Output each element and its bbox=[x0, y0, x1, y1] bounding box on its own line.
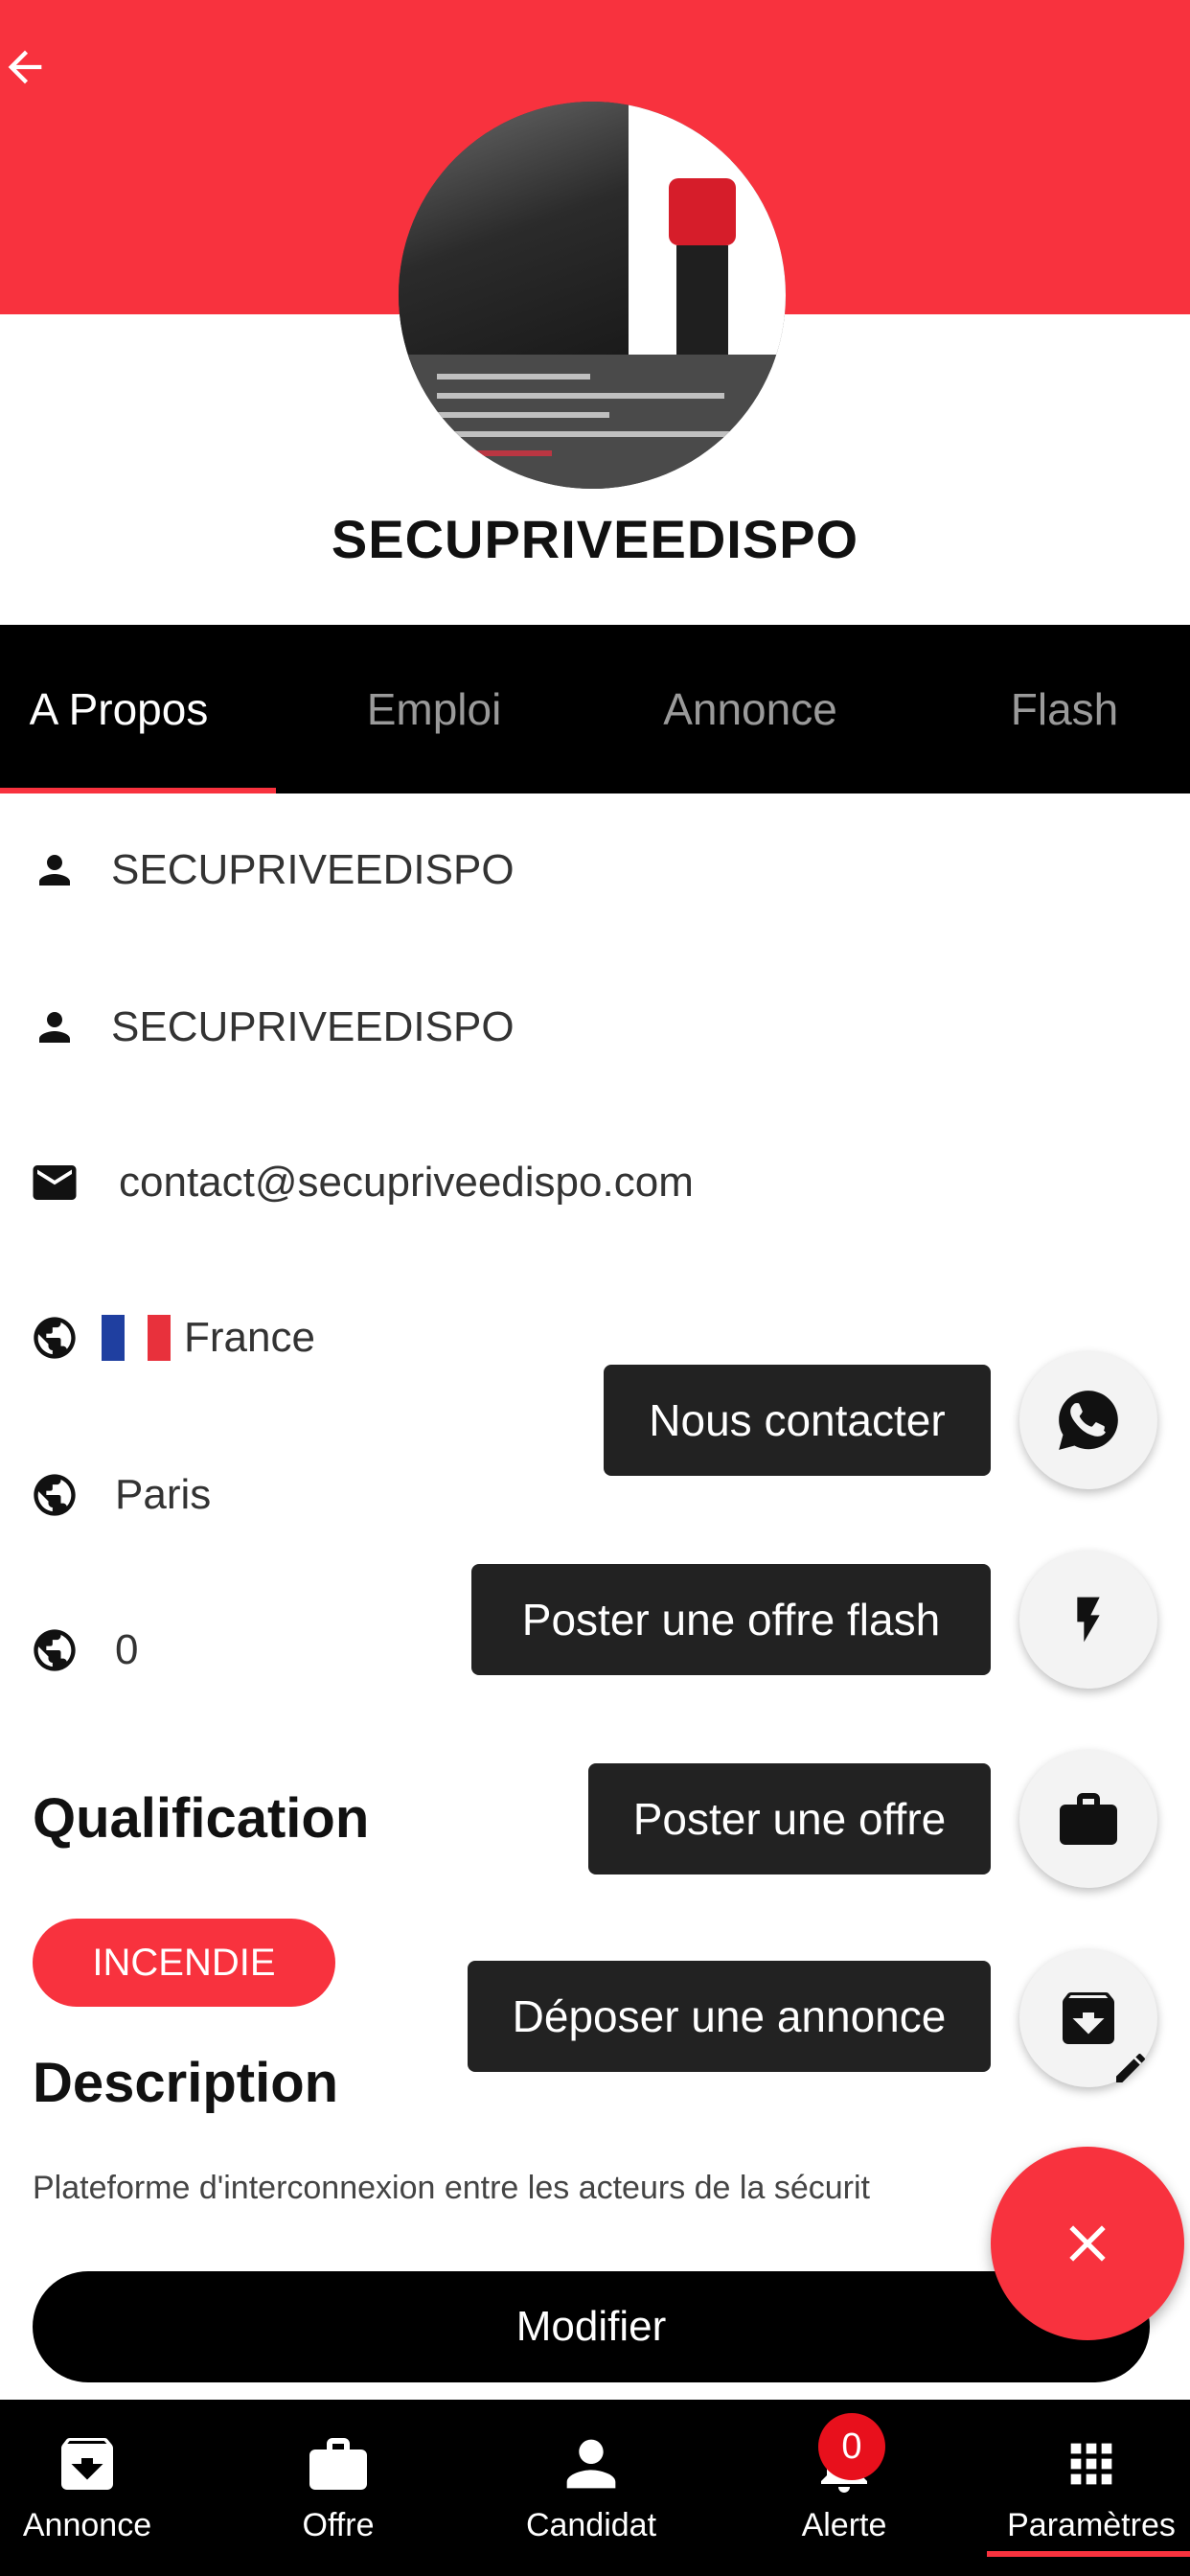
nav-parametres[interactable]: Paramètres bbox=[993, 2400, 1190, 2576]
tab-flash[interactable]: Flash bbox=[939, 625, 1190, 794]
france-flag-icon bbox=[102, 1315, 171, 1361]
extra-value-text: 0 bbox=[115, 1626, 139, 1673]
close-fab-button[interactable] bbox=[991, 2147, 1184, 2340]
nav-label: Alerte bbox=[801, 2507, 887, 2543]
person-icon bbox=[29, 1001, 80, 1053]
pencil-icon bbox=[1111, 2049, 1150, 2087]
last-name-text: SECUPRIVEEDISPO bbox=[111, 1003, 515, 1050]
fab-label-post-offer[interactable]: Poster une offre bbox=[588, 1763, 991, 1874]
nav-offre[interactable]: Offre bbox=[251, 2400, 425, 2576]
briefcase-icon bbox=[309, 2438, 367, 2490]
nav-alerte[interactable]: Alerte 0 bbox=[757, 2400, 931, 2576]
tab-emploi[interactable]: Emploi bbox=[297, 625, 571, 794]
fab-label-post-ad[interactable]: Déposer une annonce bbox=[468, 1961, 991, 2072]
archive-icon bbox=[61, 2438, 113, 2490]
description-title: Description bbox=[33, 2052, 339, 2114]
fab-label-flash-offer[interactable]: Poster une offre flash bbox=[471, 1564, 991, 1675]
nav-label: Candidat bbox=[525, 2507, 657, 2543]
nav-candidat[interactable]: Candidat bbox=[504, 2400, 678, 2576]
nav-label: Offre bbox=[302, 2507, 375, 2543]
globe-icon bbox=[29, 1312, 80, 1364]
arrow-left-icon bbox=[8, 50, 42, 84]
fab-label-contact[interactable]: Nous contacter bbox=[604, 1365, 991, 1476]
globe-icon bbox=[29, 1469, 80, 1521]
whatsapp-icon bbox=[1059, 1391, 1118, 1450]
mail-icon bbox=[29, 1157, 80, 1208]
person-icon bbox=[29, 844, 80, 896]
tab-active-indicator bbox=[0, 788, 276, 794]
modify-button[interactable]: Modifier bbox=[33, 2271, 1150, 2382]
nav-label: Annonce bbox=[22, 2507, 152, 2543]
nav-active-indicator bbox=[987, 2551, 1190, 2557]
briefcase-fab-button[interactable] bbox=[1019, 1750, 1157, 1888]
back-button[interactable] bbox=[0, 38, 57, 96]
tab-annonce[interactable]: Annonce bbox=[613, 625, 887, 794]
nav-annonce[interactable]: Annonce bbox=[0, 2400, 174, 2576]
archive-icon bbox=[1063, 1992, 1114, 2044]
qualification-chip[interactable]: INCENDIE bbox=[33, 1919, 335, 2007]
profile-name: SECUPRIVEEDISPO bbox=[331, 509, 859, 569]
bottom-navigation: Annonce Offre Candidat Alerte 0 Paramètr… bbox=[0, 2400, 1190, 2576]
grid-icon bbox=[1070, 2443, 1112, 2485]
whatsapp-fab-button[interactable] bbox=[1019, 1351, 1157, 1489]
flash-fab-button[interactable] bbox=[1019, 1551, 1157, 1689]
email-text: contact@secupriveedispo.com bbox=[119, 1159, 694, 1206]
tab-a-propos[interactable]: A Propos bbox=[0, 625, 238, 794]
avatar-photo bbox=[399, 102, 629, 360]
close-icon bbox=[1069, 2225, 1106, 2262]
nav-label: Paramètres bbox=[1007, 2507, 1176, 2543]
first-name-text: SECUPRIVEEDISPO bbox=[111, 846, 515, 893]
tab-bar: A Propos Emploi Annonce Flash bbox=[0, 625, 1190, 794]
alert-count-badge: 0 bbox=[818, 2413, 885, 2480]
description-text: Plateforme d'interconnexion entre les ac… bbox=[33, 2170, 870, 2206]
briefcase-icon bbox=[1060, 1793, 1117, 1845]
globe-icon bbox=[29, 1624, 80, 1676]
country-text: France bbox=[184, 1314, 315, 1361]
qualification-title: Qualification bbox=[33, 1787, 370, 1850]
city-text: Paris bbox=[115, 1471, 212, 1518]
profile-avatar[interactable] bbox=[399, 102, 786, 489]
flash-icon bbox=[1077, 1597, 1100, 1643]
person-icon bbox=[566, 2439, 616, 2489]
